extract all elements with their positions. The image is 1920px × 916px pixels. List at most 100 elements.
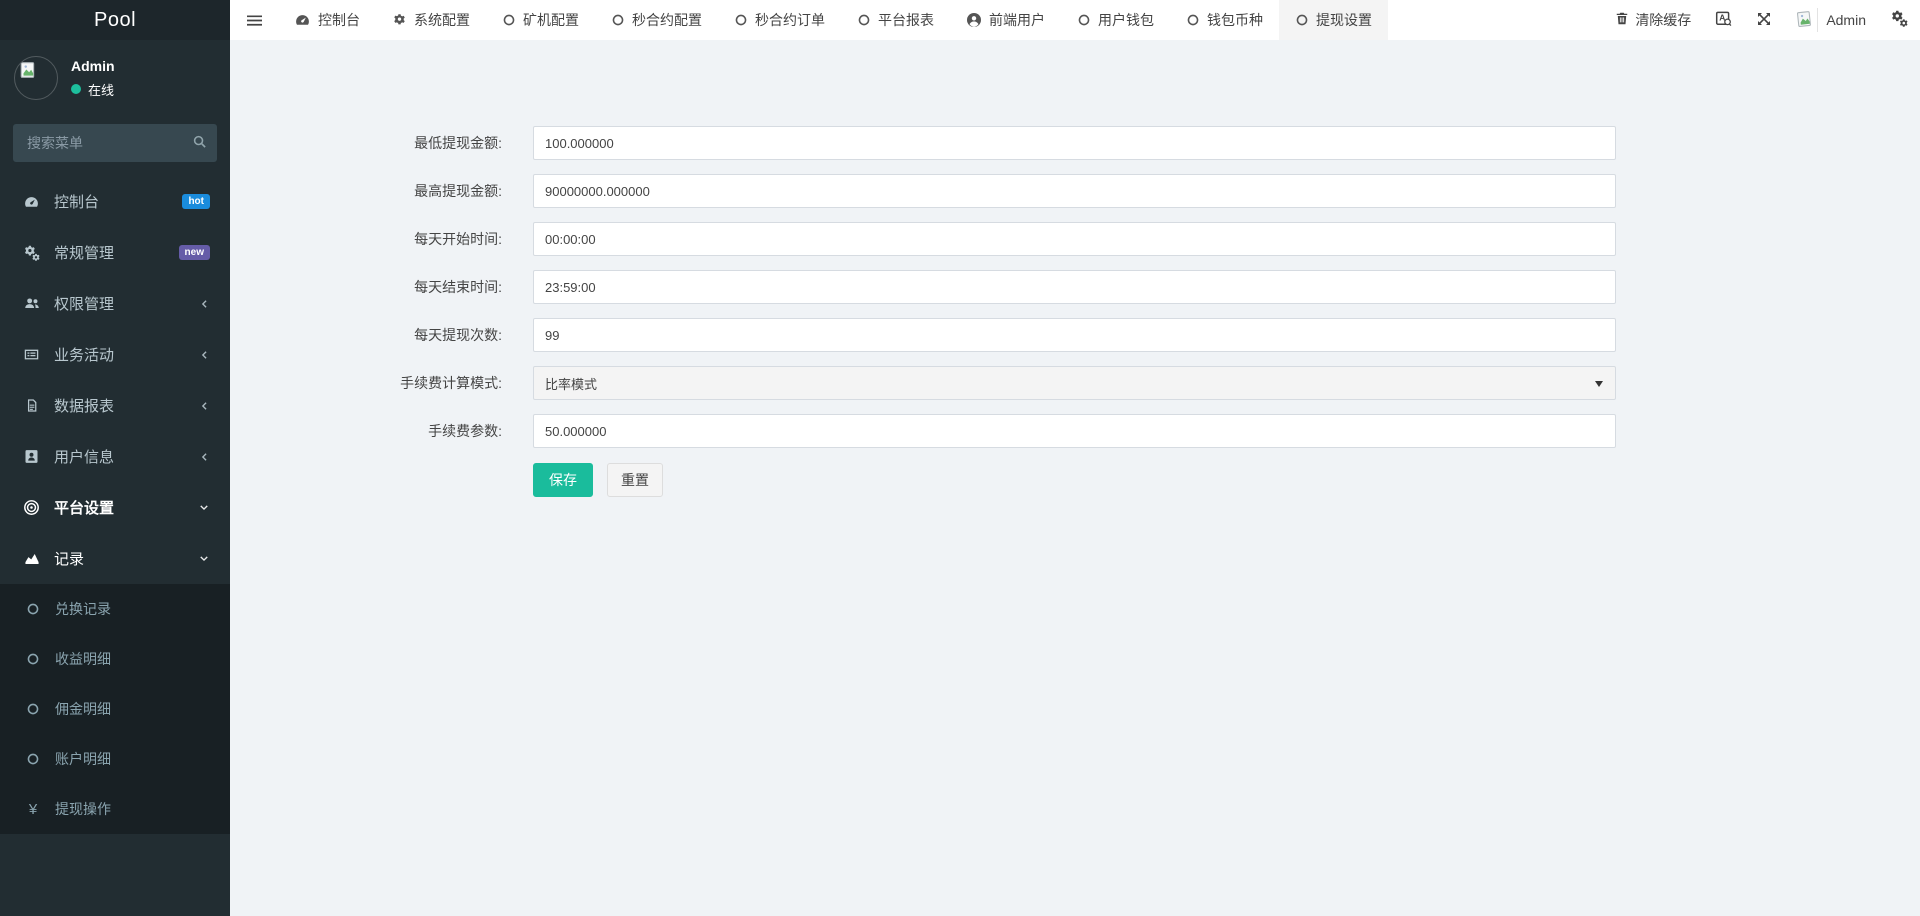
circle-icon: [24, 602, 42, 616]
chart-icon: [22, 551, 41, 566]
menu-search: [13, 124, 217, 162]
tab-seconds-contract-config[interactable]: 秒合约配置: [595, 0, 718, 40]
fee-calc-mode-select[interactable]: 比率模式: [533, 366, 1616, 400]
tab-miner-config[interactable]: 矿机配置: [486, 0, 595, 40]
max-withdraw-amount-label: 最高提现金额:: [414, 183, 502, 199]
main-content: 最低提现金额: 最高提现金额: 每天开始时间: 每天结束时间: 每天提现次数: 手续费计算…: [230, 40, 1920, 916]
form-row-fee-calc-mode: 手续费计算模式: 比率模式: [230, 366, 1920, 400]
broken-image-icon: [19, 61, 37, 84]
tab-withdraw-settings[interactable]: 提现设置: [1279, 0, 1388, 40]
form-row-min-withdraw-amount: 最低提现金额:: [230, 126, 1920, 160]
list-icon: [22, 347, 41, 362]
circle-icon: [24, 652, 42, 666]
idcard-icon: [22, 449, 41, 464]
circle-icon: [857, 13, 871, 27]
tab-bar: 控制台 系统配置 矿机配置 秒合约配置 秒合约订单 平台报表 前端用户 用户钱包 钱包币种 提现设…: [278, 0, 1388, 40]
circle-icon: [611, 13, 625, 27]
user-info: Admin 在线: [71, 58, 115, 99]
circle-icon: [24, 702, 42, 716]
badge-new: new: [178, 245, 210, 260]
sidebar: Pool Admin 在线 控制台hot常规管理new权限管理业务活动数据报表用…: [0, 0, 230, 916]
user-icon: [966, 12, 982, 28]
fee-calc-mode-label: 手续费计算模式:: [400, 375, 502, 391]
app-logo[interactable]: Pool: [0, 0, 230, 40]
settings-button[interactable]: [1890, 10, 1908, 30]
circle-icon: [1295, 13, 1309, 27]
form-buttons: 保存 重置: [533, 463, 1920, 497]
tab-seconds-contract-orders[interactable]: 秒合约订单: [718, 0, 841, 40]
search-input[interactable]: [13, 124, 217, 162]
sidebar-toggle-button[interactable]: [230, 0, 278, 40]
chevron-left-icon: [199, 400, 210, 412]
online-label: 在线: [88, 82, 115, 98]
max-withdraw-amount-field[interactable]: [533, 174, 1616, 208]
circle-icon: [24, 752, 42, 766]
cogs-icon: [22, 245, 41, 261]
fee-param-field[interactable]: [533, 414, 1616, 448]
search-icon[interactable]: [192, 134, 207, 154]
save-button[interactable]: 保存: [533, 463, 593, 497]
sidebar-item-platform-settings[interactable]: 平台设置: [0, 482, 230, 533]
submenu-item-profit-details[interactable]: 收益明细: [0, 634, 230, 684]
gauge-icon: [22, 194, 41, 210]
sidebar-item-business-activity[interactable]: 业务活动: [0, 329, 230, 380]
topbar-actions: 清除缓存 A Admin: [1615, 0, 1920, 40]
submenu-item-account-details[interactable]: 账户明细: [0, 734, 230, 784]
tab-frontend-users[interactable]: 前端用户: [950, 0, 1061, 40]
yen-icon: ¥: [28, 800, 38, 818]
daily-end-time-field[interactable]: [533, 270, 1616, 304]
user-status: 在线: [71, 80, 115, 99]
chevron-left-icon: [199, 349, 210, 361]
reset-button[interactable]: 重置: [607, 463, 663, 497]
tab-dashboard[interactable]: 控制台: [278, 0, 376, 40]
clear-cache-button[interactable]: 清除缓存: [1615, 10, 1691, 30]
form-row-max-withdraw-amount: 最高提现金额:: [230, 174, 1920, 208]
trash-icon: [1615, 11, 1629, 29]
chevron-left-icon: [199, 451, 210, 463]
daily-end-time-label: 每天结束时间:: [414, 279, 502, 295]
sidebar-item-records[interactable]: 记录: [0, 533, 230, 584]
form-row-daily-end-time: 每天结束时间:: [230, 270, 1920, 304]
user-menu[interactable]: Admin: [1796, 8, 1866, 32]
submenu-item-exchange-records[interactable]: 兑换记录: [0, 584, 230, 634]
clear-cache-label: 清除缓存: [1635, 12, 1692, 28]
min-withdraw-amount-field[interactable]: [533, 126, 1616, 160]
sidebar-item-general-manage[interactable]: 常规管理 new: [0, 227, 230, 278]
sidebar-menu: 控制台 hot 常规管理 new 权限管理 业务活动 数据报表 用户信息 平台设置 记录: [0, 176, 230, 584]
tab-wallet-currency[interactable]: 钱包币种: [1170, 0, 1279, 40]
circle-icon: [1077, 13, 1091, 27]
daily-withdraw-count-field[interactable]: [533, 318, 1616, 352]
users-icon: [22, 296, 41, 311]
sidebar-item-dashboard[interactable]: 控制台 hot: [0, 176, 230, 227]
fee-param-label: 手续费参数:: [428, 423, 502, 439]
form-row-daily-withdraw-count: 每天提现次数:: [230, 318, 1920, 352]
online-dot: [71, 84, 81, 94]
circle-icon: [734, 13, 748, 27]
tab-system-config[interactable]: 系统配置: [376, 0, 486, 40]
avatar: [14, 56, 58, 100]
user-panel: Admin 在线: [0, 40, 230, 112]
sidebar-item-data-reports[interactable]: 数据报表: [0, 380, 230, 431]
form-row-daily-start-time: 每天开始时间:: [230, 222, 1920, 256]
daily-start-time-field[interactable]: [533, 222, 1616, 256]
sidebar-item-user-info[interactable]: 用户信息: [0, 431, 230, 482]
hamburger-icon: [246, 14, 262, 26]
cogs-icon: [1890, 10, 1908, 30]
gauge-icon: [294, 12, 311, 28]
chevron-left-icon: [199, 298, 210, 310]
submenu-item-commission-details[interactable]: 佣金明细: [0, 684, 230, 734]
topbar-avatar-broken-image-icon: [1796, 8, 1819, 32]
user-name: Admin: [71, 57, 115, 74]
translate-button[interactable]: A: [1715, 10, 1732, 30]
tab-user-wallet[interactable]: 用户钱包: [1061, 0, 1170, 40]
chevron-down-icon: [198, 502, 210, 513]
bullseye-icon: [22, 499, 41, 516]
min-withdraw-amount-label: 最低提现金额:: [414, 135, 502, 151]
fullscreen-button[interactable]: [1756, 11, 1772, 30]
sidebar-item-permission-manage[interactable]: 权限管理: [0, 278, 230, 329]
tab-platform-reports[interactable]: 平台报表: [841, 0, 950, 40]
submenu-item-withdraw-actions[interactable]: ¥ 提现操作: [0, 784, 230, 834]
daily-start-time-label: 每天开始时间:: [414, 231, 502, 247]
gear-icon: [392, 13, 407, 28]
withdraw-settings-form: 最低提现金额: 最高提现金额: 每天开始时间: 每天结束时间: 每天提现次数: 手续费计算…: [230, 40, 1920, 497]
